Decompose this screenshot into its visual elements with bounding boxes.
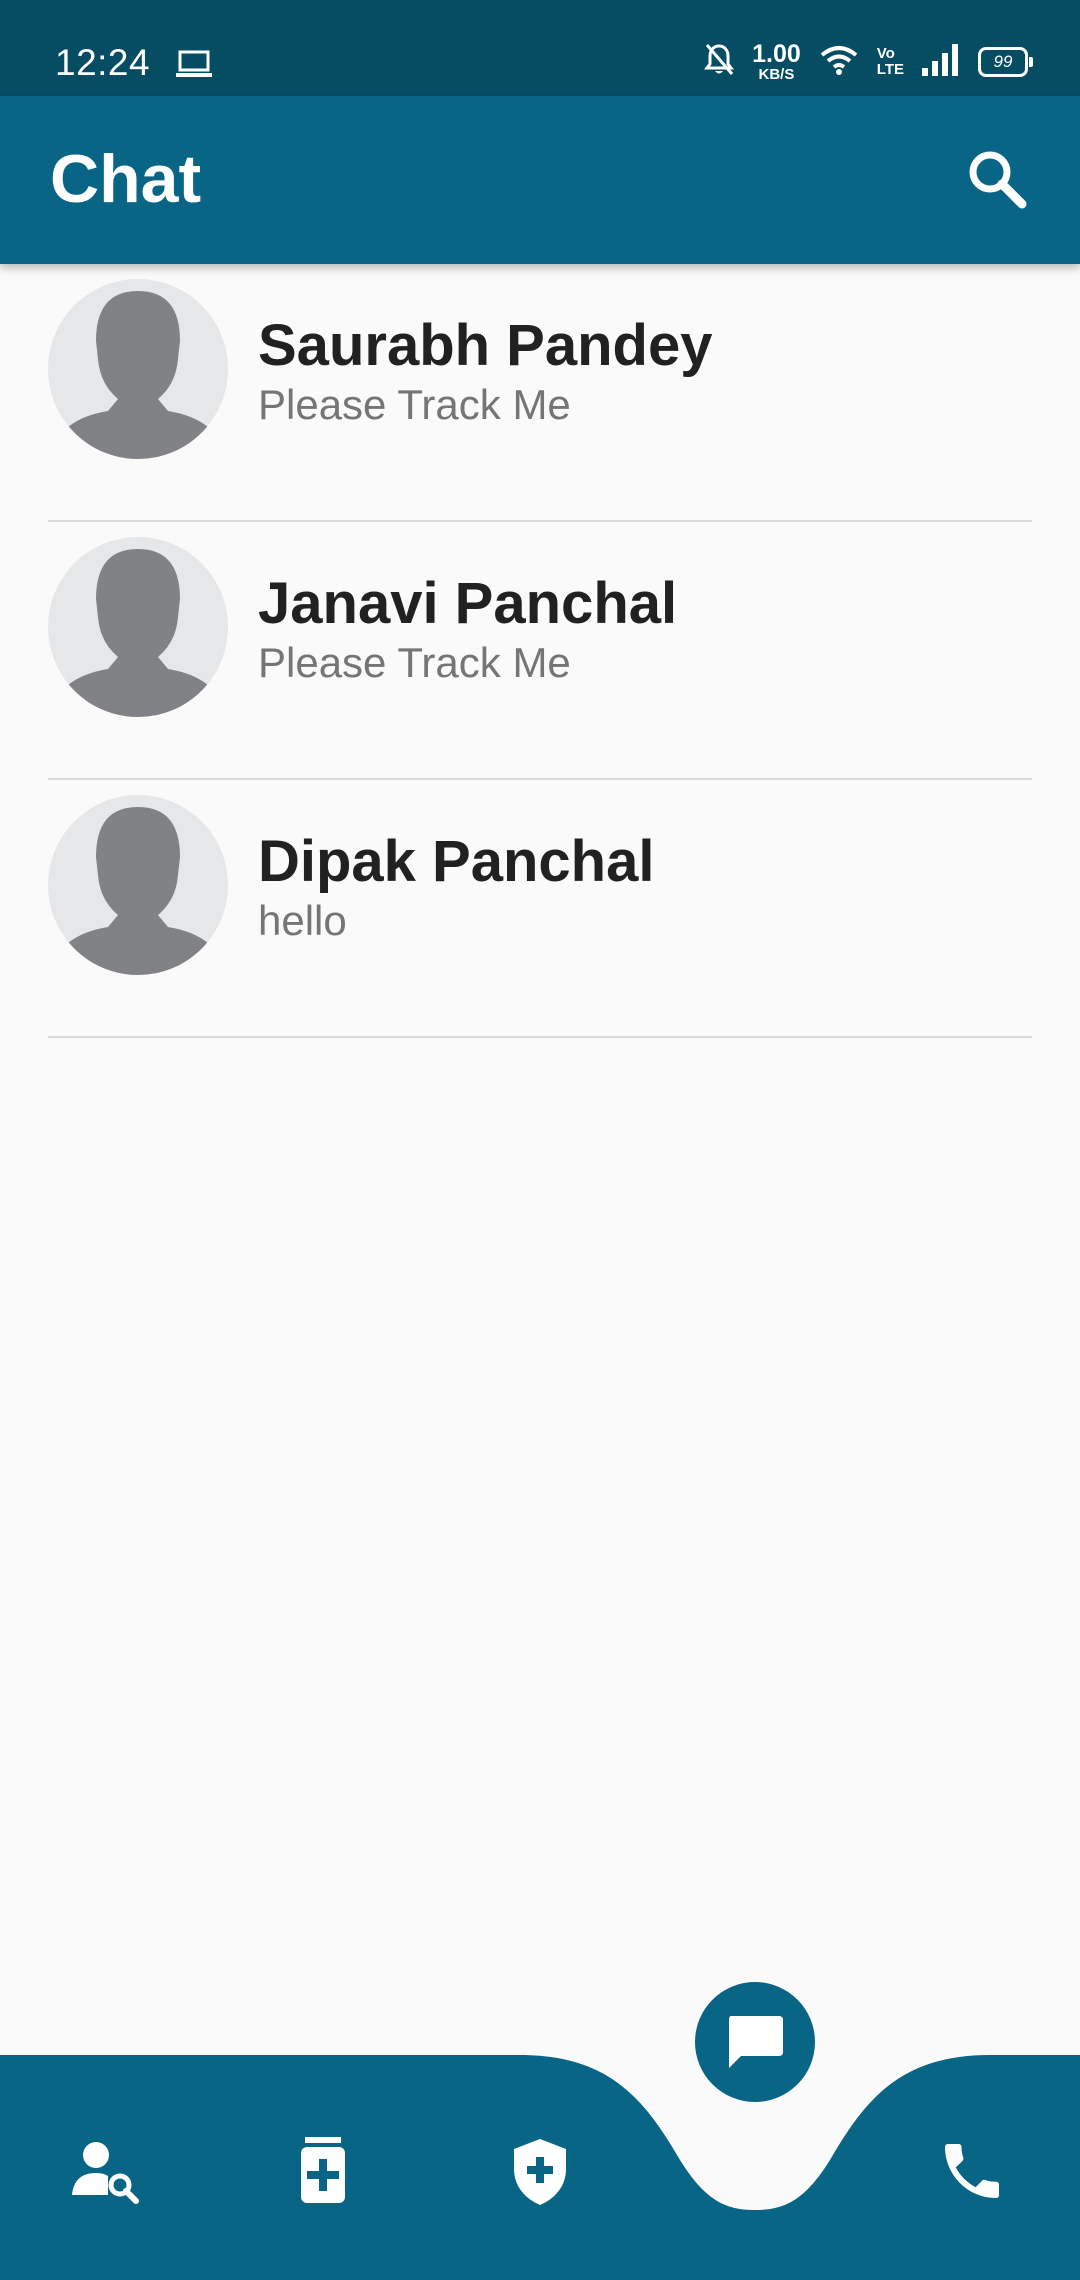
laptop-icon — [176, 50, 212, 85]
avatar — [48, 279, 228, 459]
nav-medical-records[interactable] — [287, 2135, 359, 2207]
last-message: Please Track Me — [258, 639, 571, 686]
contact-name: Dipak Panchal — [258, 829, 655, 894]
avatar — [48, 537, 228, 717]
contact-name: Saurabh Pandey — [258, 313, 713, 378]
signal-icon — [922, 43, 960, 81]
net-speed-unit: KB/S — [758, 66, 795, 83]
chat-list-item[interactable]: Janavi Panchal Please Track Me — [0, 522, 1080, 780]
nav-health-shield[interactable] — [504, 2135, 576, 2207]
chat-list-item[interactable]: Saurabh Pandey Please Track Me — [0, 264, 1080, 522]
status-time: 12:24 — [55, 42, 151, 83]
person-search-icon — [72, 2142, 139, 2204]
chat-list-item[interactable]: Dipak Panchal hello — [0, 780, 1080, 1038]
divider — [48, 1036, 1032, 1038]
nav-phone[interactable] — [936, 2135, 1008, 2207]
status-icons: 1.00 KB/S Vo LTE 99 — [704, 40, 1033, 83]
net-speed: 1.00 KB/S — [752, 40, 801, 83]
battery-icon: 99 — [978, 47, 1033, 77]
page-title: Chat — [50, 141, 202, 217]
avatar — [48, 795, 228, 975]
last-message: Please Track Me — [258, 381, 571, 428]
net-speed-value: 1.00 — [752, 40, 801, 68]
status-bar: 12:24 1.00 KB/S Vo LTE 99 — [0, 0, 1080, 96]
medical-kit-icon — [301, 2137, 345, 2203]
search-icon — [969, 151, 1027, 209]
volte-indicator: Vo LTE — [877, 46, 904, 78]
shield-plus-icon — [514, 2139, 566, 2205]
wifi-icon — [819, 44, 859, 81]
chat-list: Saurabh Pandey Please Track Me Janavi Pa… — [0, 264, 1080, 1038]
phone-icon — [945, 2144, 999, 2198]
last-message: hello — [258, 897, 347, 944]
nav-chat-button[interactable] — [695, 1982, 815, 2102]
nav-find-person[interactable] — [70, 2135, 142, 2207]
volte-bottom: LTE — [876, 61, 904, 78]
chat-bubble-icon — [729, 2016, 783, 2068]
volte-top: Vo — [876, 45, 895, 62]
bell-off-icon — [704, 43, 735, 82]
bottom-navigation — [0, 2040, 1080, 2280]
app-bar: Chat — [0, 96, 1080, 264]
search-button[interactable] — [964, 146, 1028, 210]
contact-name: Janavi Panchal — [258, 571, 678, 636]
